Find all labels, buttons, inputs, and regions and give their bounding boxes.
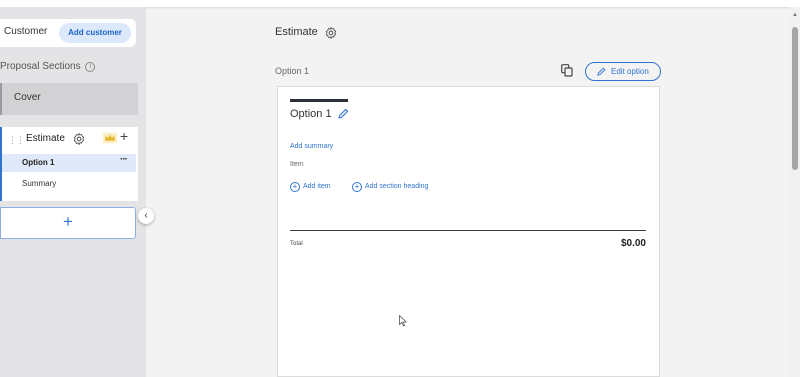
sidebar: Customer Add customer Proposal Sections … xyxy=(0,7,146,377)
plus-circle-icon: + xyxy=(290,182,300,192)
add-section-button[interactable]: + xyxy=(0,207,136,239)
drag-handle-icon[interactable]: ⋮⋮ xyxy=(8,135,25,146)
add-option-icon[interactable]: + xyxy=(120,128,128,144)
total-value: $0.00 xyxy=(620,238,646,249)
customer-label: Customer xyxy=(4,26,48,37)
scroll-up-icon[interactable]: ▲ xyxy=(792,12,798,18)
add-item-link[interactable]: + Add item xyxy=(290,182,331,192)
gear-icon[interactable] xyxy=(324,26,338,40)
total-divider xyxy=(290,230,646,231)
proposal-sections-label: Proposal Sections xyxy=(0,61,81,72)
info-icon[interactable]: i xyxy=(85,62,96,72)
top-bar xyxy=(0,0,800,7)
sidebar-item-estimate[interactable]: ⋮⋮ Estimate + Option 1 ··· Summary xyxy=(0,127,138,201)
chevron-left-icon[interactable]: ‹ xyxy=(138,208,154,224)
add-section-heading-link[interactable]: + Add section heading xyxy=(352,182,428,192)
scrollbar-thumb[interactable] xyxy=(792,27,798,170)
edit-option-button[interactable]: Edit option xyxy=(585,62,661,81)
gear-icon[interactable] xyxy=(72,132,86,146)
copy-icon[interactable] xyxy=(561,64,573,77)
estimate-label: Estimate xyxy=(26,133,65,144)
more-icon[interactable]: ··· xyxy=(120,154,128,165)
cover-label: Cover xyxy=(14,92,41,103)
scrollbar[interactable]: ▲ xyxy=(790,7,800,377)
edit-option-label: Edit option xyxy=(611,67,649,76)
estimate-document: Option 1 Add summary Item + Add item + Add… xyxy=(277,86,660,377)
add-item-label: Add item xyxy=(303,183,331,190)
add-section-heading-label: Add section heading xyxy=(365,183,429,190)
total-label: Total xyxy=(290,241,303,247)
sidebar-item-option-1[interactable]: Option 1 ··· xyxy=(2,154,136,172)
sidebar-item-cover[interactable]: Cover xyxy=(0,83,138,115)
add-customer-button[interactable]: Add customer xyxy=(59,23,131,43)
mouse-cursor-icon xyxy=(399,315,407,327)
add-summary-link[interactable]: Add summary xyxy=(290,143,333,150)
option-label: Option 1 xyxy=(22,158,55,167)
sidebar-item-summary[interactable]: Summary xyxy=(22,179,56,188)
crown-icon xyxy=(103,132,117,144)
item-column-label: Item xyxy=(290,161,304,168)
proposal-sections-heading: Proposal Sections i xyxy=(0,61,96,72)
page-title: Estimate xyxy=(275,26,318,38)
option-title: Option 1 xyxy=(290,108,332,120)
customer-card: Customer Add customer xyxy=(0,19,136,47)
plus-circle-icon: + xyxy=(352,182,362,192)
pencil-icon[interactable] xyxy=(338,108,349,119)
doc-accent-bar xyxy=(290,99,348,102)
option-heading: Option 1 xyxy=(275,66,310,76)
pencil-icon xyxy=(597,67,606,76)
